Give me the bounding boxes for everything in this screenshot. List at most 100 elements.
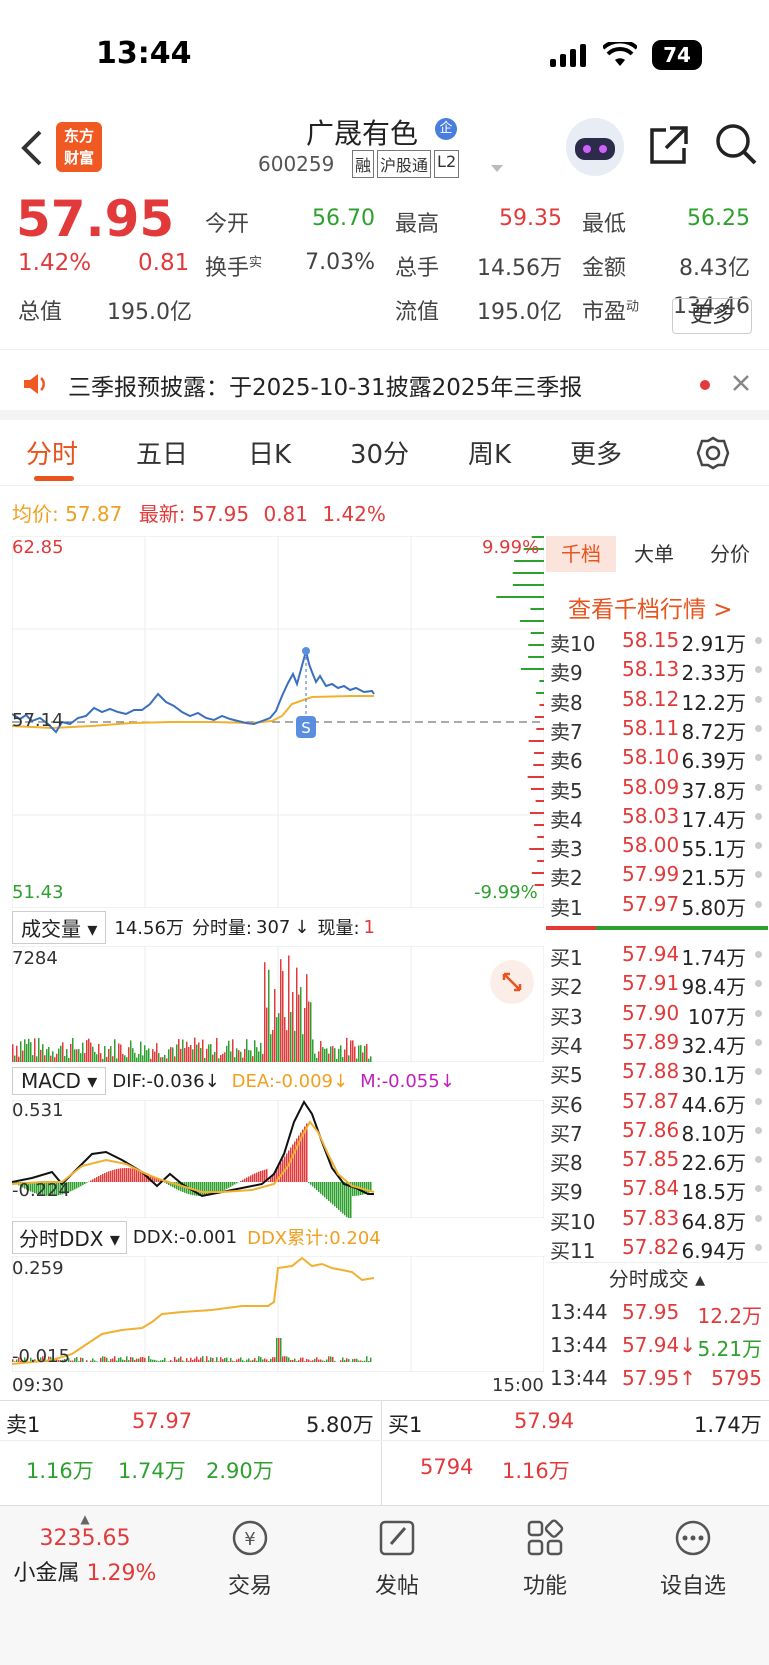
share-icon[interactable]: [648, 124, 690, 166]
macd-bar: [76, 1182, 78, 1189]
volume-chart[interactable]: [12, 946, 544, 1062]
ask-row[interactable]: 卖4 58.03 17.4万: [546, 802, 768, 832]
ob-price: 57.97: [622, 891, 680, 916]
volume-bar: [284, 1017, 286, 1062]
volume-bar: [16, 1045, 18, 1062]
macd-bar: [136, 1169, 138, 1182]
tab-5day[interactable]: 五日: [136, 434, 188, 471]
ask-row[interactable]: 卖5 58.09 37.8万: [546, 773, 768, 803]
volume-bar: [346, 1037, 348, 1062]
bid-row[interactable]: 买11 57.82 6.94万: [546, 1233, 768, 1263]
volume-bar: [50, 1055, 52, 1062]
bid-row[interactable]: 买4 57.89 32.4万: [546, 1028, 768, 1058]
volume-bar: [112, 1056, 114, 1062]
bid-row[interactable]: 买1 57.94 1.74万: [546, 940, 768, 970]
tab-weekly-k[interactable]: 周K: [468, 434, 511, 471]
toolbar-watchlist[interactable]: 设自选: [628, 1518, 758, 1600]
settings-icon[interactable]: [696, 436, 730, 470]
ddx-bar: [192, 1359, 194, 1362]
tab-intraday[interactable]: 分时: [26, 434, 78, 471]
macd-bar: [342, 1182, 344, 1214]
ob-volume: 22.6万: [681, 1151, 746, 1176]
ddx-bar: [308, 1359, 310, 1362]
index-value: 3235.65: [39, 1526, 131, 1551]
tab-more[interactable]: 更多: [570, 434, 622, 471]
volume-bar: [12, 1044, 14, 1062]
volume-selector[interactable]: 成交量 ▾: [12, 910, 107, 944]
trades-title[interactable]: 分时成交 ▴: [546, 1262, 768, 1294]
macd-chart[interactable]: [12, 1100, 544, 1218]
ddx-bar: [118, 1357, 120, 1362]
bid-row[interactable]: 买3 57.90 107万: [546, 999, 768, 1029]
volume-bar: [342, 1057, 344, 1062]
macd-bar: [110, 1170, 112, 1182]
ddx-bar: [196, 1356, 198, 1362]
ddx-selector[interactable]: 分时DDX ▾: [12, 1220, 127, 1254]
tab-daily-k[interactable]: 日K: [248, 434, 291, 471]
macd-bar: [326, 1182, 328, 1200]
ask-row[interactable]: 卖1 57.97 5.80万: [546, 890, 768, 920]
ddx-bar: [268, 1360, 270, 1362]
tab-thousand[interactable]: 千档: [546, 536, 616, 572]
close-icon[interactable]: [732, 374, 750, 392]
volume-bar: [140, 1041, 142, 1062]
tab-price-dist[interactable]: 分价: [692, 536, 768, 572]
tab-30min[interactable]: 30分: [350, 434, 409, 471]
bid-row[interactable]: 买7 57.86 8.10万: [546, 1116, 768, 1146]
current-price: 57.95: [16, 190, 175, 248]
ask-row[interactable]: 卖2 57.99 21.5万: [546, 860, 768, 890]
ob-price: 58.15: [622, 628, 680, 652]
ddx-bar: [230, 1357, 232, 1362]
dropdown-icon[interactable]: [490, 164, 504, 174]
ddx-bar: [90, 1360, 92, 1362]
back-icon[interactable]: [18, 128, 44, 168]
bid-row[interactable]: 买9 57.84 18.5万: [546, 1174, 768, 1204]
volume-bar: [134, 1052, 136, 1062]
ddx-bar: [158, 1361, 160, 1362]
notice-bar[interactable]: 三季报预披露：于2025-10-31披露2025年三季报: [0, 350, 769, 420]
more-button[interactable]: 更多: [672, 298, 752, 334]
avg-line-info: 均价: 57.87 最新: 57.95 0.81 1.42%: [12, 502, 386, 526]
macd-bar: [330, 1182, 332, 1203]
ask-list: 卖10 58.15 2.91万 卖9 58.13 2.33万 卖8 58.12 12.2万 卖7 5…: [546, 626, 768, 920]
ask-row[interactable]: 卖6 58.10 6.39万: [546, 743, 768, 773]
bid-row[interactable]: 买6 57.87 44.6万: [546, 1087, 768, 1117]
macd-bar: [280, 1162, 282, 1182]
ask-row[interactable]: 卖9 58.13 2.33万: [546, 655, 768, 685]
toolbar-function[interactable]: 功能: [480, 1518, 610, 1600]
ddx-bar: [130, 1357, 132, 1362]
ask-row[interactable]: 卖3 58.00 55.1万: [546, 831, 768, 861]
volume-bar: [40, 1049, 42, 1062]
toolbar-trade[interactable]: ¥ 交易: [185, 1518, 315, 1600]
bid-row[interactable]: 买10 57.83 64.8万: [546, 1204, 768, 1234]
field-value: 59.35: [499, 206, 562, 231]
ob-dot: [755, 1156, 762, 1164]
macd-selector[interactable]: MACD ▾: [12, 1067, 107, 1095]
volume-bar: [84, 1053, 86, 1062]
index-widget[interactable]: ▲ 3235.65 小金属 1.29%: [0, 1512, 170, 1587]
macd-bar: [90, 1180, 92, 1182]
ddx-bar: [204, 1361, 206, 1362]
bid-row[interactable]: 买8 57.85 22.6万: [546, 1145, 768, 1176]
tab-big-order[interactable]: 大单: [616, 536, 692, 572]
ask-row[interactable]: 卖10 58.15 2.91万: [546, 626, 768, 656]
ask-row[interactable]: 卖8 58.12 12.2万: [546, 685, 768, 715]
macd-bar: [336, 1182, 338, 1209]
ob-dot: [755, 1097, 762, 1105]
bid-row[interactable]: 买5 57.88 30.1万: [546, 1057, 768, 1087]
ask-row[interactable]: 卖7 58.11 8.72万: [546, 714, 768, 744]
search-icon[interactable]: [714, 122, 758, 166]
bid-row[interactable]: 买2 57.91 98.4万: [546, 969, 768, 999]
expand-icon[interactable]: [490, 960, 534, 1004]
assistant-avatar[interactable]: [566, 118, 624, 176]
thousand-link[interactable]: 查看千档行情 >: [568, 590, 733, 624]
price-chart[interactable]: S: [12, 536, 544, 908]
toolbar-post[interactable]: 发帖: [332, 1518, 462, 1600]
volume-bar: [288, 955, 290, 1062]
trade-time: 13:44: [550, 1333, 608, 1357]
volume-bar: [218, 1058, 220, 1062]
macd-bar: [314, 1182, 316, 1189]
ddx-chart[interactable]: [12, 1256, 544, 1372]
change-value: 0.81: [138, 250, 190, 276]
ddx-bar: [224, 1357, 226, 1362]
